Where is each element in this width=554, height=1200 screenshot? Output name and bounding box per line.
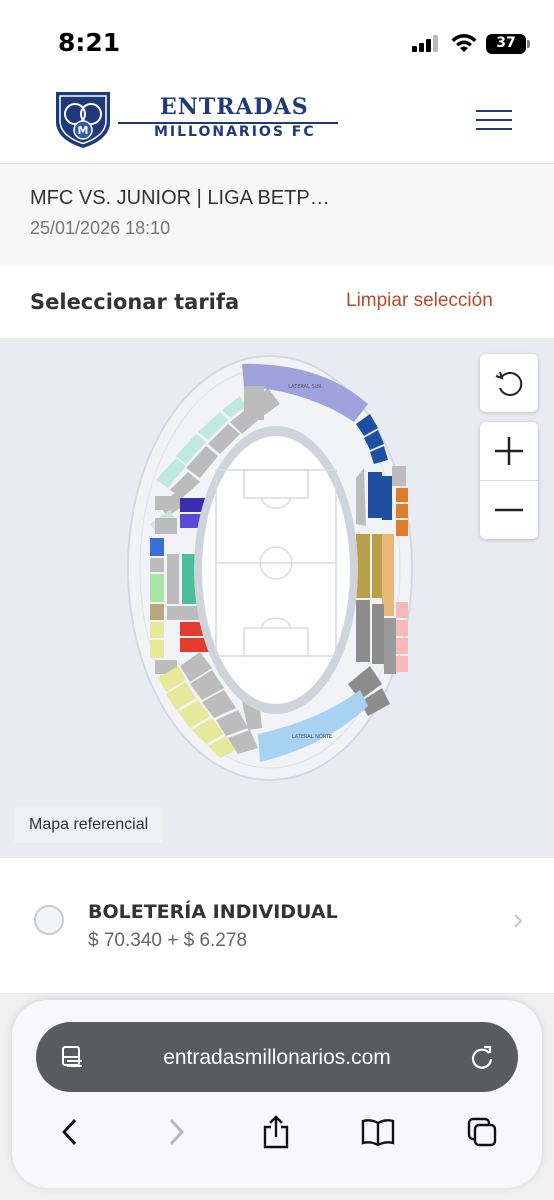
- rate-selection-bar: Seleccionar tarifa Limpiar selección: [0, 266, 554, 338]
- stand-north-label: LATERAL NORTE: [292, 734, 332, 740]
- ticket-title: BOLETERÍA INDIVIDUAL: [88, 901, 338, 923]
- status-time: 8:21: [58, 28, 121, 57]
- rate-title: Seleccionar tarifa: [30, 290, 240, 314]
- svg-text:M: M: [78, 124, 89, 137]
- zoom-control: [480, 422, 538, 539]
- browser-toolbar: entradasmillonarios.com: [12, 1000, 542, 1188]
- clear-selection-link[interactable]: Limpiar selección: [346, 290, 493, 312]
- zoom-in-icon[interactable]: [480, 422, 538, 480]
- stadium-diagram[interactable]: LATERAL SUR LATERAL NORTE: [120, 348, 420, 788]
- stadium-map[interactable]: LATERAL SUR LATERAL NORTE Mapa referenci…: [0, 338, 554, 858]
- reload-icon[interactable]: [468, 1043, 496, 1071]
- address-bar[interactable]: entradasmillonarios.com: [36, 1022, 518, 1092]
- site-logo[interactable]: M ENTRADAS MILLONARIOS FC: [52, 88, 342, 150]
- rotate-control: [480, 354, 538, 412]
- battery-level: 37: [496, 35, 516, 51]
- hamburger-menu-icon[interactable]: [474, 108, 514, 132]
- status-icons: 37: [410, 30, 530, 56]
- ticket-option[interactable]: BOLETERÍA INDIVIDUAL $ 70.340 + $ 6.278: [0, 858, 554, 994]
- event-title: MFC VS. JUNIOR | LIGA BETP…: [30, 187, 330, 209]
- share-icon[interactable]: [256, 1112, 296, 1152]
- status-bar: 8:21 37: [0, 0, 554, 70]
- event-info: MFC VS. JUNIOR | LIGA BETP… 25/01/2026 1…: [0, 165, 554, 266]
- club-crest-icon: M: [56, 92, 110, 148]
- url-text: entradasmillonarios.com: [163, 1046, 391, 1069]
- zoom-out-icon[interactable]: [480, 481, 538, 539]
- stand-south-label: LATERAL SUR: [288, 384, 322, 390]
- event-date: 25/01/2026 18:10: [30, 218, 171, 238]
- ticket-radio[interactable]: [34, 905, 64, 935]
- tabs-icon[interactable]: [462, 1112, 502, 1152]
- bookmarks-icon[interactable]: [358, 1112, 398, 1152]
- chevron-right-icon: [514, 914, 523, 928]
- logo-subtitle: MILLONARIOS FC: [154, 124, 316, 140]
- forward-icon[interactable]: [156, 1112, 196, 1152]
- battery-icon: 37: [486, 34, 526, 54]
- wifi-icon: [451, 34, 477, 52]
- site-header: M ENTRADAS MILLONARIOS FC: [0, 70, 554, 164]
- logo-title: ENTRADAS: [160, 94, 309, 120]
- back-icon[interactable]: [50, 1112, 90, 1152]
- rotate-icon[interactable]: [480, 354, 538, 412]
- ticket-price: $ 70.340 + $ 6.278: [88, 930, 248, 951]
- map-reference-label: Mapa referencial: [14, 807, 164, 843]
